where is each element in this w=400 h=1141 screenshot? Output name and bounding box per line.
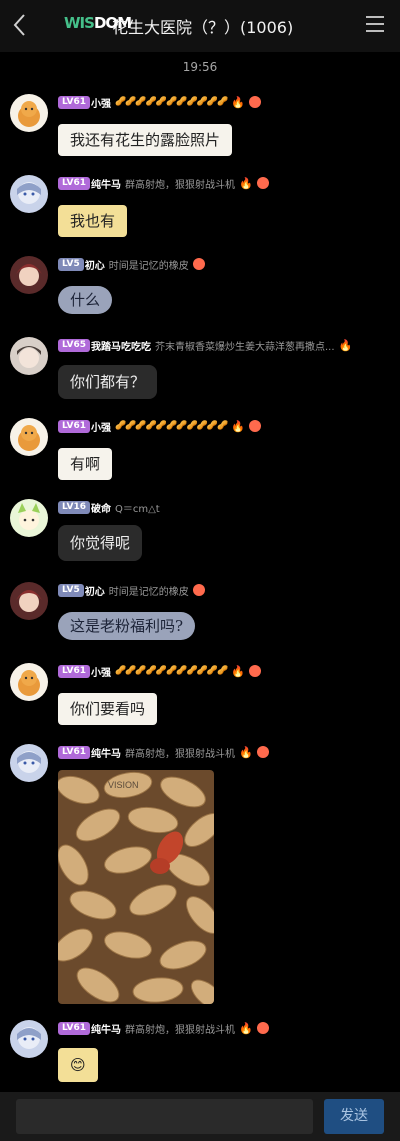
avatar[interactable] bbox=[10, 744, 48, 782]
message-bubble[interactable]: 有啊 bbox=[58, 448, 113, 480]
message-bubble[interactable]: 什么 bbox=[58, 286, 113, 314]
send-button[interactable]: 发送 bbox=[324, 1099, 384, 1134]
menu-icon[interactable] bbox=[366, 16, 384, 32]
avatar[interactable] bbox=[10, 582, 48, 620]
signature: 群高射炮，狠狠射战斗机 bbox=[125, 179, 235, 191]
message-bubble[interactable]: 我也有 bbox=[58, 205, 128, 237]
medal-icon bbox=[256, 177, 269, 189]
avatar[interactable] bbox=[10, 663, 48, 701]
level-badge: LV61 bbox=[58, 419, 90, 433]
message-bubble[interactable]: 你们都有？ bbox=[58, 365, 158, 399]
level-badge: LV5 bbox=[58, 257, 84, 271]
back-arrow-icon[interactable] bbox=[8, 10, 34, 40]
message-bubble[interactable]: 你们要看吗 bbox=[58, 693, 158, 725]
level-badge: LV61 bbox=[58, 664, 90, 678]
medal-icon bbox=[192, 258, 205, 270]
level-badge: LV61 bbox=[58, 176, 90, 190]
level-badge: LV61 bbox=[58, 95, 90, 109]
level-badge: LV61 bbox=[58, 1021, 90, 1035]
message-bubble[interactable]: 你觉得呢 bbox=[58, 525, 143, 561]
message-bubble[interactable]: 这是老粉福利吗? bbox=[58, 612, 196, 640]
nickname[interactable]: 小强 bbox=[91, 419, 111, 434]
composer-bar: 发送 bbox=[0, 1092, 400, 1141]
avatar[interactable] bbox=[10, 256, 48, 294]
photo-watermark: VISION bbox=[108, 780, 139, 790]
signature: 群高射炮，狠狠射战斗机 bbox=[125, 1024, 235, 1036]
nickname[interactable]: 纯牛马 bbox=[91, 1021, 121, 1036]
medal-icon bbox=[256, 746, 269, 758]
peanut-photo[interactable]: VISION bbox=[58, 770, 214, 1004]
avatar[interactable] bbox=[10, 337, 48, 375]
message-bubble[interactable]: 我还有花生的露脸照片 bbox=[58, 124, 233, 156]
medal-icon bbox=[248, 665, 261, 677]
level-badge: LV65 bbox=[58, 338, 90, 352]
message-meta: LV65 我踏马吃吃吃 芥末青椒香菜爆炒生姜大蒜洋葱再撒点... 🔥 bbox=[58, 337, 352, 353]
fire-icon: 🔥 bbox=[239, 1021, 253, 1035]
nickname[interactable]: 纯牛马 bbox=[91, 176, 121, 191]
nickname[interactable]: 小强 bbox=[91, 664, 111, 679]
message-meta: LV61 纯牛马 群高射炮，狠狠射战斗机 🔥 bbox=[58, 175, 269, 191]
nickname[interactable]: 初心 bbox=[85, 257, 105, 272]
page-title: 花生大医院（？）(1006) bbox=[112, 18, 294, 37]
medal-icon bbox=[256, 1022, 269, 1034]
message-input[interactable] bbox=[16, 1099, 313, 1134]
fire-icon: 🔥 bbox=[239, 176, 253, 190]
avatar[interactable] bbox=[10, 499, 48, 537]
fire-icon: 🔥 bbox=[239, 745, 253, 759]
fire-icon: 🔥 bbox=[338, 338, 353, 352]
level-badge: LV16 bbox=[58, 500, 90, 514]
chat-header: WISDOM 花生大医院（？）(1006) bbox=[0, 0, 400, 52]
nickname[interactable]: 小强 bbox=[91, 95, 111, 110]
fire-icon: 🔥 bbox=[231, 664, 245, 678]
message-meta: LV61 纯牛马 群高射炮，狠狠射战斗机 🔥 bbox=[58, 1020, 269, 1036]
avatar[interactable] bbox=[10, 94, 48, 132]
message-bubble[interactable]: 😊 bbox=[58, 1048, 98, 1082]
nickname[interactable]: 我踏马吃吃吃 bbox=[91, 338, 151, 353]
fire-icon: 🔥 bbox=[231, 419, 245, 433]
level-badge: LV5 bbox=[58, 583, 84, 597]
nickname[interactable]: 初心 bbox=[85, 583, 105, 598]
signature: 🥜🥜🥜🥜🥜🥜🥜🥜🥜🥜🥜 bbox=[115, 97, 228, 107]
medal-icon bbox=[248, 96, 261, 108]
avatar[interactable] bbox=[10, 418, 48, 456]
medal-icon bbox=[248, 420, 261, 432]
message-meta: LV5 初心 时间是记忆的橡皮 bbox=[58, 582, 205, 598]
signature: 🥜🥜🥜🥜🥜🥜🥜🥜🥜🥜🥜 bbox=[115, 421, 228, 431]
message-meta: LV61 小强 🥜🥜🥜🥜🥜🥜🥜🥜🥜🥜🥜 🔥 bbox=[58, 418, 261, 434]
signature: 群高射炮，狠狠射战斗机 bbox=[125, 748, 235, 760]
level-badge: LV61 bbox=[58, 745, 90, 759]
fire-icon: 🔥 bbox=[231, 95, 245, 109]
message-meta: LV61 纯牛马 群高射炮，狠狠射战斗机 🔥 bbox=[58, 744, 269, 760]
timestamp: 19:56 bbox=[182, 60, 218, 74]
nickname[interactable]: 纯牛马 bbox=[91, 745, 121, 760]
message-meta: LV16 破命 Q＝cm△t bbox=[58, 499, 160, 515]
signature: 时间是记忆的橡皮 bbox=[108, 586, 189, 598]
message-meta: LV5 初心 时间是记忆的橡皮 bbox=[58, 256, 205, 272]
message-meta: LV61 小强 🥜🥜🥜🥜🥜🥜🥜🥜🥜🥜🥜 🔥 bbox=[58, 663, 261, 679]
medal-icon bbox=[192, 584, 205, 596]
signature: 芥末青椒香菜爆炒生姜大蒜洋葱再撒点... bbox=[155, 341, 335, 353]
message-meta: LV61 小强 🥜🥜🥜🥜🥜🥜🥜🥜🥜🥜🥜 🔥 bbox=[58, 94, 261, 110]
signature: Q＝cm△t bbox=[115, 503, 160, 515]
signature: 时间是记忆的橡皮 bbox=[108, 260, 189, 272]
nickname[interactable]: 破命 bbox=[91, 500, 111, 515]
avatar[interactable] bbox=[10, 175, 48, 213]
avatar[interactable] bbox=[10, 1020, 48, 1058]
signature: 🥜🥜🥜🥜🥜🥜🥜🥜🥜🥜🥜 bbox=[115, 666, 228, 676]
